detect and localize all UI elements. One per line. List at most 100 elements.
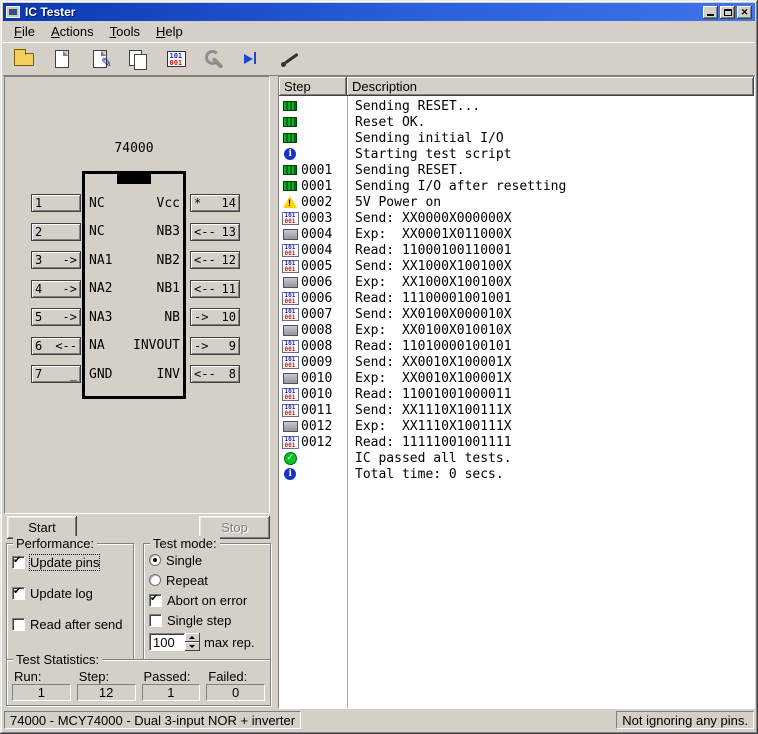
pin-3-box[interactable]: 3-> bbox=[31, 251, 81, 269]
checkbox-update-log[interactable]: Update log bbox=[12, 583, 128, 603]
pin-4-box[interactable]: 4-> bbox=[31, 280, 81, 298]
pin-number: 6 bbox=[35, 339, 42, 353]
maximize-button[interactable] bbox=[720, 6, 735, 19]
log-row[interactable]: 0008Read: 11010000100101 bbox=[279, 338, 754, 354]
toolbar-wrench-button[interactable] bbox=[201, 46, 227, 72]
pin-name-vcc: Vcc bbox=[131, 196, 188, 211]
pin-1-box[interactable]: 1 bbox=[31, 194, 81, 212]
log-row[interactable]: 00025V Power on bbox=[279, 194, 754, 210]
spin-down-button[interactable] bbox=[185, 642, 200, 651]
log-row[interactable]: 0010Exp: XX0010X100001X bbox=[279, 370, 754, 386]
max-rep-input[interactable] bbox=[149, 633, 185, 651]
log-header-description[interactable]: Description bbox=[347, 77, 754, 96]
pin-14-box[interactable]: *14 bbox=[190, 194, 240, 212]
log-icon-cell bbox=[279, 436, 301, 449]
stat-label: Step: bbox=[77, 669, 136, 684]
log-step: 0011 bbox=[301, 403, 347, 418]
pin-7-box[interactable]: 7_ bbox=[31, 365, 81, 383]
close-button[interactable]: ✕ bbox=[737, 6, 752, 19]
log-description: Exp: XX0001X011000X bbox=[347, 227, 512, 242]
stat-failed: Failed:0 bbox=[206, 669, 265, 701]
log-row[interactable]: 0010Read: 11001001000011 bbox=[279, 386, 754, 402]
log-icon-cell bbox=[279, 325, 301, 336]
log-icon-cell bbox=[279, 292, 301, 305]
toolbar-edit-button[interactable] bbox=[87, 46, 113, 72]
log-header-step[interactable]: Step bbox=[279, 77, 347, 96]
pin-13-box[interactable]: <--13 bbox=[190, 223, 240, 241]
pin-name-nb2: NB2 bbox=[131, 253, 188, 268]
checkbox-single-step[interactable]: Single step bbox=[149, 610, 265, 630]
log-icon-cell bbox=[279, 373, 301, 384]
toolbar-new-button[interactable] bbox=[49, 46, 75, 72]
log-icon-cell bbox=[279, 356, 301, 369]
log-row[interactable]: 0012Read: 11111001001111 bbox=[279, 434, 754, 450]
log-row[interactable]: 0004Exp: XX0001X011000X bbox=[279, 226, 754, 242]
pin-6-box[interactable]: 6<-- bbox=[31, 337, 81, 355]
log-row[interactable]: Sending RESET... bbox=[279, 98, 754, 114]
pin-number: 12 bbox=[222, 253, 236, 267]
pin-row: 1NCVcc*14 bbox=[31, 189, 240, 218]
close-icon: ✕ bbox=[741, 8, 749, 17]
log-icon-cell bbox=[279, 101, 301, 111]
toolbar-diode-button[interactable] bbox=[239, 46, 265, 72]
log-description: Starting test script bbox=[347, 147, 512, 162]
menu-file[interactable]: File bbox=[6, 22, 43, 41]
pin-5-box[interactable]: 5-> bbox=[31, 308, 81, 326]
send-icon bbox=[282, 260, 299, 273]
log-row[interactable]: 0004Read: 11000100110001 bbox=[279, 242, 754, 258]
log-row[interactable]: 0001Sending RESET. bbox=[279, 162, 754, 178]
log-row[interactable]: Starting test script bbox=[279, 146, 754, 162]
checkbox-update-pins[interactable]: Update pins bbox=[12, 552, 128, 572]
log-row[interactable]: 0006Read: 11100001001001 bbox=[279, 290, 754, 306]
toolbar-binary-button[interactable] bbox=[163, 46, 189, 72]
read-icon bbox=[282, 436, 299, 449]
log-row[interactable]: 0009Send: XX0010X100001X bbox=[279, 354, 754, 370]
log-icon-cell bbox=[279, 260, 301, 273]
pin-number: 8 bbox=[229, 367, 236, 381]
stat-value: 0 bbox=[206, 684, 265, 701]
window-controls: ✕ bbox=[703, 6, 752, 19]
exp-icon bbox=[283, 373, 298, 384]
radio-repeat[interactable]: Repeat bbox=[149, 570, 265, 590]
toolbar-probe-button[interactable] bbox=[277, 46, 303, 72]
log-row[interactable]: 0008Exp: XX0100X010010X bbox=[279, 322, 754, 338]
radio-circle bbox=[149, 574, 161, 586]
menu-actions[interactable]: Actions bbox=[43, 22, 102, 41]
log-row[interactable]: 0006Exp: XX1000X100100X bbox=[279, 274, 754, 290]
radio-single[interactable]: Single bbox=[149, 550, 265, 570]
radio-label: Single bbox=[166, 553, 202, 568]
toolbar-copy-button[interactable] bbox=[125, 46, 151, 72]
checkbox-abort-on-error[interactable]: Abort on error bbox=[149, 590, 265, 610]
pin-number: 4 bbox=[35, 282, 42, 296]
log-description: Read: 11001001000011 bbox=[347, 387, 512, 402]
pin-row: 4->NA2NB1<--11 bbox=[31, 275, 240, 304]
titlebar[interactable]: IC Tester ✕ bbox=[3, 3, 755, 21]
checkbox-label: Update pins bbox=[30, 555, 99, 570]
log-row[interactable]: 0001Sending I/O after resetting bbox=[279, 178, 754, 194]
checkbox-read-after-send[interactable]: Read after send bbox=[12, 614, 128, 634]
minimize-icon bbox=[707, 14, 714, 16]
log-row[interactable]: 0012Exp: XX1110X100111X bbox=[279, 418, 754, 434]
pin-11-box[interactable]: <--11 bbox=[190, 280, 240, 298]
menubar: FileActionsToolsHelp bbox=[3, 21, 755, 42]
log-row[interactable]: 0011Send: XX1110X100111X bbox=[279, 402, 754, 418]
pin-10-box[interactable]: ->10 bbox=[190, 308, 240, 326]
log-row[interactable]: 0003Send: XX0000X000000X bbox=[279, 210, 754, 226]
log-row[interactable]: 0007Send: XX0100X000010X bbox=[279, 306, 754, 322]
menu-tools[interactable]: Tools bbox=[102, 22, 148, 41]
pin-12-box[interactable]: <--12 bbox=[190, 251, 240, 269]
log-row[interactable]: Sending initial I/O bbox=[279, 130, 754, 146]
log-icon-cell bbox=[279, 148, 301, 160]
pin-9-box[interactable]: ->9 bbox=[190, 337, 240, 355]
stat-passed: Passed:1 bbox=[142, 669, 201, 701]
minimize-button[interactable] bbox=[703, 6, 718, 19]
toolbar-open-button[interactable] bbox=[11, 46, 37, 72]
log-row[interactable]: Total time: 0 secs. bbox=[279, 466, 754, 482]
log-row[interactable]: 0005Send: XX1000X100100X bbox=[279, 258, 754, 274]
spin-up-button[interactable] bbox=[185, 633, 200, 642]
menu-help[interactable]: Help bbox=[148, 22, 191, 41]
pin-8-box[interactable]: <--8 bbox=[190, 365, 240, 383]
log-row[interactable]: Reset OK. bbox=[279, 114, 754, 130]
log-row[interactable]: IC passed all tests. bbox=[279, 450, 754, 466]
pin-2-box[interactable]: 2 bbox=[31, 223, 81, 241]
